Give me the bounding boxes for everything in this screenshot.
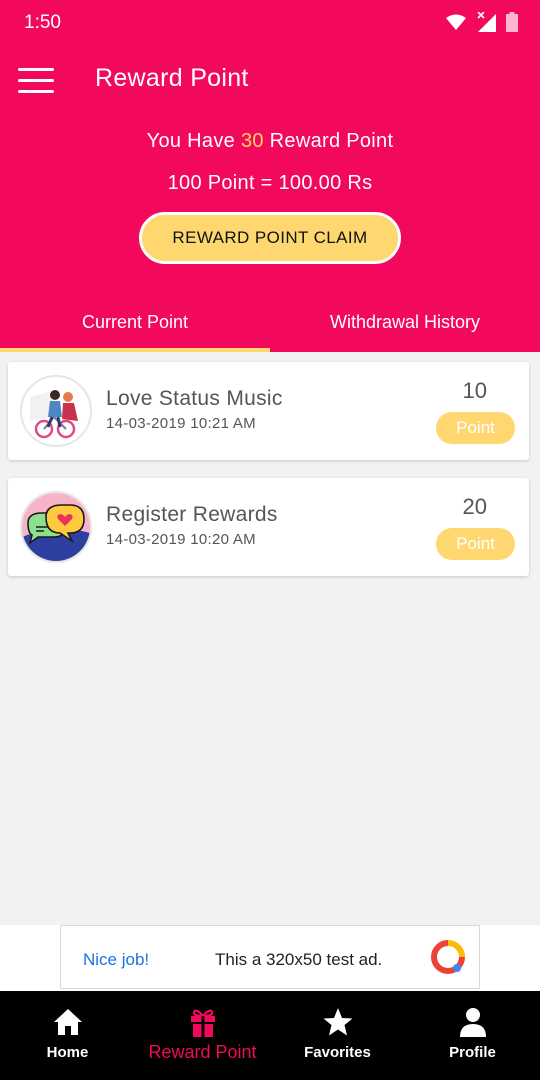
menu-icon[interactable] [18, 68, 54, 94]
conversion-rate: 100 Point = 100.00 Rs [167, 172, 373, 194]
status-bar: 1:50 [0, 0, 540, 46]
chat-heart-icon [22, 493, 90, 561]
item-points: 10 [462, 378, 487, 403]
item-title: Register Rewards [106, 503, 278, 526]
status-time: 1:50 [24, 12, 61, 33]
nav-label-home: Home [46, 1044, 89, 1061]
nav-label-favorites: Favorites [304, 1044, 371, 1061]
status-icons [446, 12, 518, 32]
nav-reward-point[interactable]: Reward Point [135, 991, 270, 1080]
tab-indicator [0, 348, 270, 352]
nav-profile[interactable]: Profile [405, 991, 540, 1080]
tab-withdrawal-history[interactable]: Withdrawal History [270, 296, 540, 352]
page-title: Reward Point [95, 64, 249, 92]
item-avatar [20, 491, 92, 563]
person-icon [459, 1008, 486, 1037]
nav-favorites[interactable]: Favorites [270, 991, 405, 1080]
star-icon [323, 1008, 352, 1036]
couple-bicycle-icon [22, 377, 90, 445]
ad-logo-icon [431, 940, 465, 974]
point-badge: Point [436, 412, 515, 444]
bottom-navigation: Home Reward Point Favorites Profile [0, 991, 540, 1080]
gift-icon [190, 1009, 215, 1037]
app-bar: Reward Point [0, 46, 540, 116]
nav-home[interactable]: Home [0, 991, 135, 1080]
wifi-icon [446, 14, 466, 30]
summary-prefix: You Have [146, 130, 236, 152]
list-item[interactable]: Love Status Music 14-03-2019 10:21 AM 10… [8, 362, 529, 460]
header: 1:50 Reward Point You Have 30 Reward Poi… [0, 0, 540, 352]
test-ad[interactable]: Nice job! This a 320x50 test ad. [60, 925, 480, 989]
item-points: 20 [462, 494, 487, 519]
item-title: Love Status Music [106, 387, 283, 410]
ad-text: This a 320x50 test ad. [215, 950, 383, 969]
item-date: 14-03-2019 10:21 AM [106, 415, 256, 432]
summary-suffix: Reward Point [269, 130, 394, 152]
signal-icon [477, 12, 496, 32]
ad-nice-job: Nice job! [83, 950, 150, 969]
nav-label-reward-point: Reward Point [148, 1042, 257, 1062]
home-icon [53, 1009, 82, 1035]
reward-summary: You Have 30 Reward Point [0, 130, 540, 153]
reward-point-count: 30 [240, 130, 264, 152]
tab-bar: Current Point Withdrawal History [0, 296, 540, 352]
reward-point-claim-button[interactable]: REWARD POINT CLAIM [139, 212, 401, 264]
battery-icon [506, 12, 518, 32]
list-item[interactable]: Register Rewards 14-03-2019 10:20 AM 20 … [8, 478, 529, 576]
item-avatar [20, 375, 92, 447]
item-date: 14-03-2019 10:20 AM [106, 531, 256, 548]
point-badge: Point [436, 528, 515, 560]
ad-banner: Nice job! This a 320x50 test ad. [0, 925, 540, 991]
tab-current-point[interactable]: Current Point [0, 296, 270, 352]
nav-label-profile: Profile [449, 1044, 496, 1061]
